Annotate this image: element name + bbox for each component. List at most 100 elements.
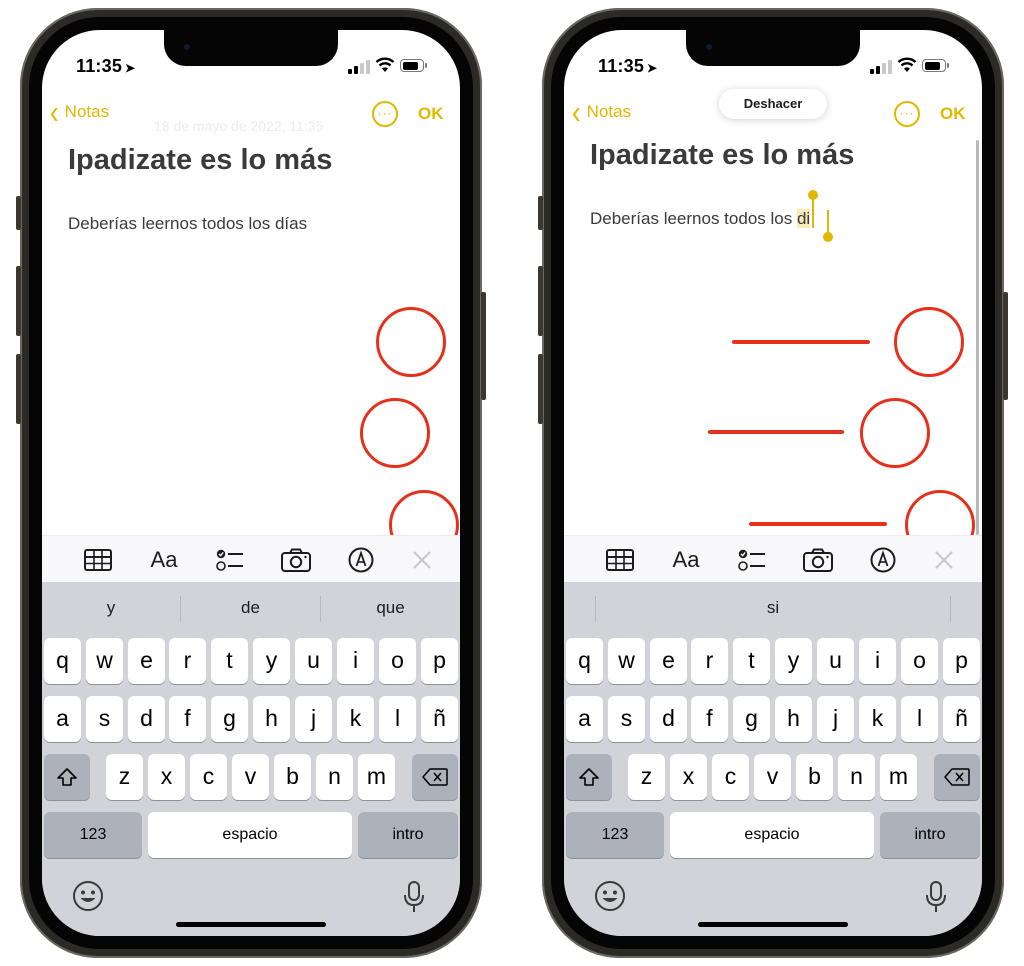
microphone-icon[interactable] — [402, 880, 426, 914]
key-q[interactable]: q — [44, 638, 81, 684]
suggestion-item[interactable]: si — [596, 582, 950, 634]
selected-text[interactable]: di — [796, 209, 811, 228]
more-options-icon[interactable]: ··· — [894, 101, 920, 127]
key-h[interactable]: h — [253, 696, 290, 742]
back-button[interactable]: ‹ Notas — [50, 95, 109, 129]
key-x[interactable]: x — [670, 754, 707, 800]
key-m[interactable]: m — [358, 754, 395, 800]
key-q[interactable]: q — [566, 638, 603, 684]
note-title[interactable]: Ipadizate es lo más — [68, 144, 332, 177]
return-key[interactable]: intro — [358, 812, 458, 858]
delete-key[interactable] — [412, 754, 458, 800]
key-l[interactable]: l — [379, 696, 416, 742]
emoji-icon[interactable] — [72, 880, 104, 912]
key-a[interactable]: a — [44, 696, 81, 742]
close-keyboard-icon[interactable] — [406, 546, 438, 574]
done-button[interactable]: OK — [940, 104, 966, 124]
key-n[interactable]: n — [838, 754, 875, 800]
key-enye[interactable]: ñ — [421, 696, 458, 742]
table-icon[interactable] — [82, 546, 114, 574]
suggestion-item[interactable]: y — [42, 582, 180, 634]
note-body[interactable]: Deberías leernos todos los di — [590, 209, 811, 229]
key-h[interactable]: h — [775, 696, 812, 742]
key-o[interactable]: o — [379, 638, 416, 684]
key-s[interactable]: s — [86, 696, 123, 742]
key-v[interactable]: v — [232, 754, 269, 800]
key-g[interactable]: g — [211, 696, 248, 742]
note-title[interactable]: Ipadizate es lo más — [590, 139, 854, 172]
key-j[interactable]: j — [295, 696, 332, 742]
selection-start-handle[interactable] — [808, 190, 818, 228]
key-y[interactable]: y — [253, 638, 290, 684]
suggestion-item[interactable]: que — [321, 582, 460, 634]
key-t[interactable]: t — [733, 638, 770, 684]
key-r[interactable]: r — [691, 638, 728, 684]
key-o[interactable]: o — [901, 638, 938, 684]
checklist-icon[interactable] — [736, 546, 768, 574]
key-z[interactable]: z — [628, 754, 665, 800]
back-button[interactable]: ‹ Notas — [572, 95, 631, 129]
checklist-icon[interactable] — [214, 546, 246, 574]
key-u[interactable]: u — [295, 638, 332, 684]
key-w[interactable]: w — [86, 638, 123, 684]
more-options-icon[interactable]: ··· — [372, 101, 398, 127]
note-body[interactable]: Deberías leernos todos los días — [68, 214, 307, 234]
key-c[interactable]: c — [712, 754, 749, 800]
numbers-key[interactable]: 123 — [44, 812, 142, 858]
key-x[interactable]: x — [148, 754, 185, 800]
key-e[interactable]: e — [650, 638, 687, 684]
emoji-icon[interactable] — [594, 880, 626, 912]
text-format-button[interactable]: Aa — [670, 546, 702, 574]
space-key[interactable]: espacio — [670, 812, 874, 858]
key-u[interactable]: u — [817, 638, 854, 684]
home-indicator[interactable] — [698, 922, 848, 927]
camera-icon[interactable] — [802, 546, 834, 574]
key-d[interactable]: d — [128, 696, 165, 742]
key-f[interactable]: f — [169, 696, 206, 742]
key-j[interactable]: j — [817, 696, 854, 742]
key-e[interactable]: e — [128, 638, 165, 684]
key-b[interactable]: b — [274, 754, 311, 800]
key-n[interactable]: n — [316, 754, 353, 800]
text-format-button[interactable]: Aa — [148, 546, 180, 574]
done-button[interactable]: OK — [418, 104, 444, 124]
camera-icon[interactable] — [280, 546, 312, 574]
key-m[interactable]: m — [880, 754, 917, 800]
key-a[interactable]: a — [566, 696, 603, 742]
delete-key[interactable] — [934, 754, 980, 800]
microphone-icon[interactable] — [924, 880, 948, 914]
key-w[interactable]: w — [608, 638, 645, 684]
home-indicator[interactable] — [176, 922, 326, 927]
suggestion-item[interactable]: de — [181, 582, 320, 634]
key-v[interactable]: v — [754, 754, 791, 800]
key-c[interactable]: c — [190, 754, 227, 800]
space-key[interactable]: espacio — [148, 812, 352, 858]
key-k[interactable]: k — [337, 696, 374, 742]
key-i[interactable]: i — [859, 638, 896, 684]
selection-end-handle[interactable] — [823, 210, 833, 242]
key-r[interactable]: r — [169, 638, 206, 684]
markup-pen-icon[interactable] — [345, 546, 377, 574]
key-z[interactable]: z — [106, 754, 143, 800]
shift-key[interactable] — [44, 754, 90, 800]
key-i[interactable]: i — [337, 638, 374, 684]
key-g[interactable]: g — [733, 696, 770, 742]
key-b[interactable]: b — [796, 754, 833, 800]
key-enye[interactable]: ñ — [943, 696, 980, 742]
close-keyboard-icon[interactable] — [928, 546, 960, 574]
scrollbar[interactable] — [976, 140, 979, 535]
key-p[interactable]: p — [421, 638, 458, 684]
table-icon[interactable] — [604, 546, 636, 574]
key-k[interactable]: k — [859, 696, 896, 742]
return-key[interactable]: intro — [880, 812, 980, 858]
shift-key[interactable] — [566, 754, 612, 800]
key-l[interactable]: l — [901, 696, 938, 742]
key-y[interactable]: y — [775, 638, 812, 684]
key-s[interactable]: s — [608, 696, 645, 742]
key-p[interactable]: p — [943, 638, 980, 684]
undo-button[interactable]: Deshacer — [719, 89, 827, 119]
markup-pen-icon[interactable] — [867, 546, 899, 574]
numbers-key[interactable]: 123 — [566, 812, 664, 858]
key-f[interactable]: f — [691, 696, 728, 742]
key-d[interactable]: d — [650, 696, 687, 742]
